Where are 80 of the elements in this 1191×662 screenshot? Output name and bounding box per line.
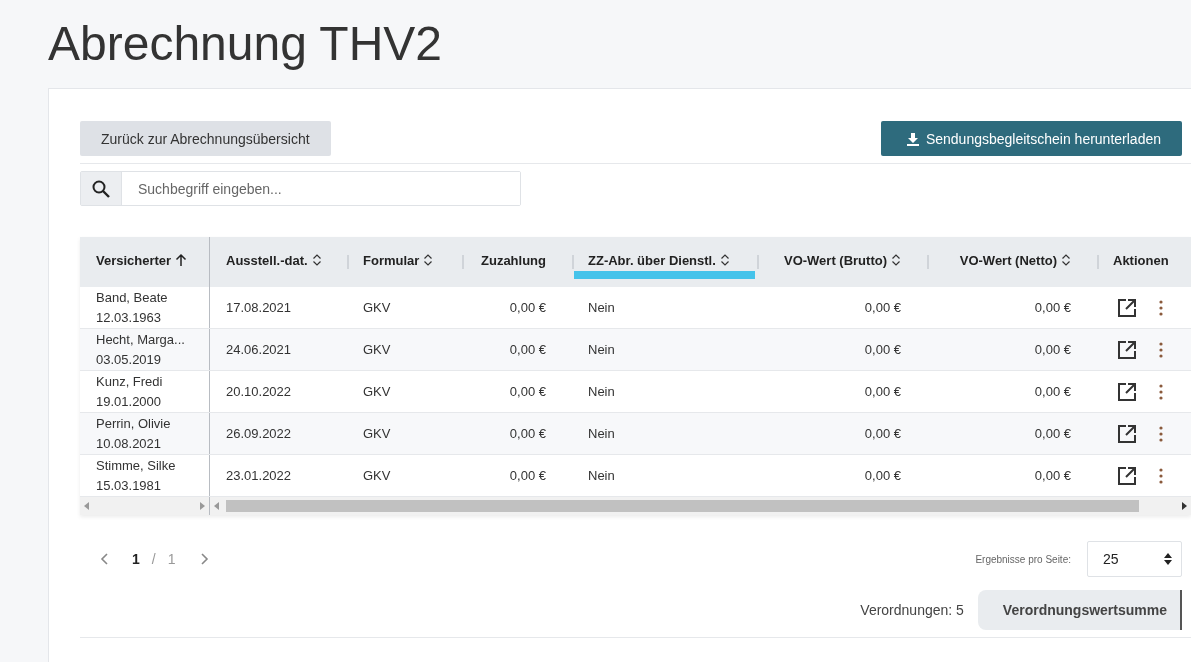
select-arrows-icon bbox=[1163, 552, 1173, 566]
column-header[interactable]: VO-Wert (Netto) bbox=[959, 252, 1057, 268]
table-cell: 23.01.2022 bbox=[226, 468, 292, 483]
sort-icon[interactable] bbox=[311, 253, 322, 267]
column-header[interactable]: Formular bbox=[363, 252, 420, 268]
column-header[interactable]: Versicherter bbox=[96, 252, 172, 268]
patient-name: Perrin, Olivie bbox=[96, 414, 171, 433]
table-cell: Nein bbox=[588, 300, 615, 315]
table-cell: 0,00 € bbox=[509, 342, 546, 357]
column-header[interactable]: ZZ-Abr. über Dienstl. bbox=[588, 252, 716, 268]
column-header[interactable]: VO-Wert (Brutto) bbox=[783, 252, 887, 268]
current-page: 1 bbox=[132, 551, 140, 567]
birth-date: 12.03.1963 bbox=[96, 308, 162, 327]
table-cell: GKV bbox=[363, 384, 391, 399]
table-cell: 0,00 € bbox=[1034, 426, 1071, 441]
birth-date: 10.08.2021 bbox=[96, 434, 162, 453]
patient-name: Stimme, Silke bbox=[96, 456, 176, 475]
table-cell: 24.06.2021 bbox=[226, 342, 292, 357]
column-header[interactable]: Aktionen bbox=[1113, 252, 1169, 268]
page-size-select[interactable]: 25 bbox=[1087, 541, 1182, 577]
birth-date: 15.03.1981 bbox=[96, 476, 162, 495]
table-cell: 17.08.2021 bbox=[226, 300, 292, 315]
sort-icon[interactable] bbox=[1061, 253, 1071, 267]
table-cell: 20.10.2022 bbox=[226, 384, 292, 399]
table-cell: 0,00 € bbox=[1034, 342, 1071, 357]
sort-icon[interactable] bbox=[891, 253, 901, 267]
table-cell: Nein bbox=[588, 384, 615, 399]
more-options-icon[interactable] bbox=[1159, 340, 1163, 359]
table-cell: 0,00 € bbox=[864, 342, 901, 357]
table-cell: 26.09.2022 bbox=[226, 426, 292, 441]
more-options-icon[interactable] bbox=[1159, 466, 1163, 485]
previous-page-icon[interactable] bbox=[100, 552, 110, 566]
more-options-icon[interactable] bbox=[1159, 382, 1163, 401]
prescription-count: Verordnungen: 5 bbox=[860, 602, 964, 618]
table-cell: 0,00 € bbox=[509, 300, 546, 315]
total-pages: 1 bbox=[167, 551, 176, 567]
table-cell: 0,00 € bbox=[1034, 384, 1071, 399]
table-cell: Nein bbox=[588, 426, 615, 441]
back-button[interactable]: Zurück zur Abrechnungsübersicht bbox=[80, 121, 331, 156]
table-cell: 0,00 € bbox=[1034, 468, 1071, 483]
scroll-right-icon[interactable] bbox=[1181, 502, 1187, 510]
table-cell: 0,00 € bbox=[864, 300, 901, 315]
page-separator: / bbox=[151, 551, 156, 567]
birth-date: 19.01.2000 bbox=[96, 392, 162, 411]
external-link-icon[interactable] bbox=[1117, 423, 1137, 444]
sort-ascending-icon[interactable] bbox=[175, 253, 188, 267]
sum-button[interactable]: Verordnungswertsumme bbox=[977, 590, 1182, 630]
more-options-icon[interactable] bbox=[1159, 424, 1163, 443]
patient-name: Kunz, Fredi bbox=[96, 372, 163, 391]
table-cell: 0,00 € bbox=[864, 468, 901, 483]
table-cell: 0,00 € bbox=[864, 384, 901, 399]
external-link-icon[interactable] bbox=[1117, 339, 1137, 360]
column-header[interactable]: Zuzahlung bbox=[481, 252, 546, 268]
page-size-label: Ergebnisse pro Seite: bbox=[975, 553, 1071, 565]
download-icon bbox=[905, 131, 920, 146]
table-cell: Nein bbox=[588, 342, 615, 357]
page-title: Abrechnung THV2 bbox=[48, 16, 444, 72]
column-header[interactable]: Ausstell.-dat. bbox=[226, 252, 308, 268]
download-button[interactable]: Sendungsbegleitschein herunterladen bbox=[880, 121, 1182, 156]
patient-name: Hecht, Marga... bbox=[96, 330, 185, 349]
table-cell: 0,00 € bbox=[509, 426, 546, 441]
birth-date: 03.05.2019 bbox=[96, 350, 162, 369]
table-cell: GKV bbox=[363, 426, 391, 441]
table-cell: GKV bbox=[363, 342, 391, 357]
external-link-icon[interactable] bbox=[1117, 297, 1137, 318]
search-icon bbox=[91, 178, 111, 199]
next-page-icon[interactable] bbox=[199, 552, 210, 566]
table-cell: 0,00 € bbox=[864, 426, 901, 441]
sort-icon[interactable] bbox=[719, 253, 730, 267]
table-cell: 0,00 € bbox=[1034, 300, 1071, 315]
sort-icon[interactable] bbox=[423, 253, 434, 267]
table-cell: 0,00 € bbox=[509, 384, 546, 399]
table-cell: GKV bbox=[363, 468, 391, 483]
table-cell: Nein bbox=[588, 468, 615, 483]
table-cell: GKV bbox=[363, 300, 391, 315]
external-link-icon[interactable] bbox=[1117, 465, 1137, 486]
more-options-icon[interactable] bbox=[1159, 298, 1163, 317]
external-link-icon[interactable] bbox=[1117, 381, 1137, 402]
table-cell: 0,00 € bbox=[509, 468, 546, 483]
patient-name: Band, Beate bbox=[96, 288, 168, 307]
